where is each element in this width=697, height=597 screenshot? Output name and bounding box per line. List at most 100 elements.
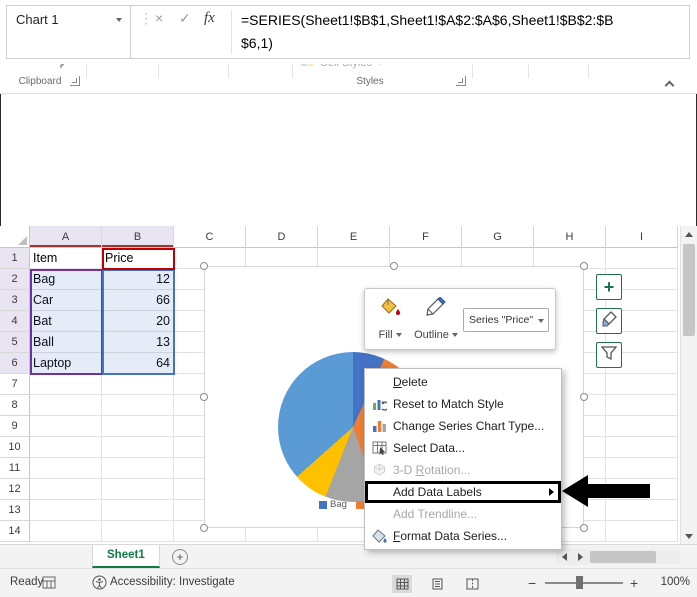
cell-b8[interactable] [102,395,174,416]
row-header-8[interactable]: 8 [0,395,30,416]
enter-check-icon[interactable]: ✓ [179,10,191,27]
scroll-down-icon[interactable] [681,528,697,544]
zoom-in-icon[interactable]: + [630,575,638,591]
column-header-b[interactable]: B [102,226,174,248]
page-break-view-icon[interactable] [462,575,482,593]
cell-b14[interactable] [102,521,174,542]
menu-item-select-data[interactable]: Select Data... [365,437,561,459]
insert-function-icon[interactable]: fx [204,10,215,27]
macro-record-icon[interactable] [42,576,56,592]
name-box[interactable]: Chart 1 [7,6,131,58]
series-selector-dropdown-icon[interactable] [538,319,544,323]
horizontal-scrollbar-thumb[interactable] [590,551,656,563]
column-header-e[interactable]: E [318,226,390,248]
cell-b13[interactable] [102,500,174,521]
cell-i7[interactable] [606,374,678,395]
cell-a8[interactable] [30,395,102,416]
cell-b2[interactable]: 12 [102,269,174,290]
chart-handle-n[interactable] [390,262,398,270]
cell-a14[interactable] [30,521,102,542]
column-header-i[interactable]: I [606,226,678,248]
column-header-g[interactable]: G [462,226,534,248]
styles-dialog-launcher[interactable] [456,76,466,86]
select-all-corner[interactable] [0,226,30,248]
outline-button[interactable]: Outline [411,295,461,343]
row-header-4[interactable]: 4 [0,311,30,332]
cell-a3[interactable]: Car [30,290,102,311]
new-sheet-button[interactable]: + [172,549,188,565]
menu-item-change-series-chart-type[interactable]: Change Series Chart Type... [365,415,561,437]
fill-button[interactable]: Fill [371,295,409,343]
normal-view-icon[interactable] [392,575,412,593]
zoom-slider[interactable] [545,582,623,584]
chart-handle-nw[interactable] [200,262,208,270]
cell-a7[interactable] [30,374,102,395]
cell-a2[interactable]: Bag [30,269,102,290]
row-header-10[interactable]: 10 [0,437,30,458]
cell-b11[interactable] [102,458,174,479]
series-selector[interactable]: Series "Price" [463,308,549,332]
cell-b5[interactable]: 13 [102,332,174,353]
row-header-3[interactable]: 3 [0,290,30,311]
cancel-icon[interactable]: × [155,10,163,26]
menu-item-add-data-labels[interactable]: Add Data Labels [365,481,561,503]
cell-a13[interactable] [30,500,102,521]
chart-elements-button[interactable]: + [596,274,622,300]
cell-a6[interactable]: Laptop [30,353,102,374]
scroll-up-icon[interactable] [681,226,697,242]
formula-input[interactable]: =SERIES(Sheet1!$B$1,Sheet1!$A$2:$A$6,She… [241,9,621,55]
chart-styles-button[interactable] [596,308,622,334]
cell-b9[interactable] [102,416,174,437]
cell-b10[interactable] [102,437,174,458]
column-header-d[interactable]: D [246,226,318,248]
menu-item-reset-to-match-style[interactable]: Reset to Match Style [365,393,561,415]
chart-handle-sw[interactable] [200,524,208,532]
scroll-left-icon[interactable] [556,549,572,565]
row-header-13[interactable]: 13 [0,500,30,521]
chart-handle-e[interactable] [580,393,588,401]
sheet-tab-sheet1[interactable]: Sheet1 [92,545,160,568]
cell-b3[interactable]: 66 [102,290,174,311]
cell-i8[interactable] [606,395,678,416]
row-header-7[interactable]: 7 [0,374,30,395]
cell-b6[interactable]: 64 [102,353,174,374]
column-header-c[interactable]: C [174,226,246,248]
cell-a1[interactable]: Item [30,248,102,269]
menu-item-format-data-series[interactable]: Format Data Series... [365,525,561,547]
collapse-ribbon-icon[interactable] [664,76,675,94]
cell-b12[interactable] [102,479,174,500]
cell-b4[interactable]: 20 [102,311,174,332]
vertical-scrollbar[interactable] [680,226,697,544]
cell-a5[interactable]: Ball [30,332,102,353]
column-header-f[interactable]: F [390,226,462,248]
cell-a11[interactable] [30,458,102,479]
cell-i1[interactable] [606,248,678,269]
column-header-a[interactable]: A [30,226,102,248]
row-header-2[interactable]: 2 [0,269,30,290]
cell-i10[interactable] [606,437,678,458]
scroll-right-icon[interactable] [572,549,588,565]
chart-filters-button[interactable] [596,342,622,368]
cell-a9[interactable] [30,416,102,437]
accessibility-icon[interactable] [92,575,107,593]
chart-handle-se[interactable] [580,524,588,532]
zoom-slider-thumb[interactable] [576,576,583,589]
chart-handle-w[interactable] [200,393,208,401]
cell-b7[interactable] [102,374,174,395]
row-header-6[interactable]: 6 [0,353,30,374]
cell-a10[interactable] [30,437,102,458]
zoom-level[interactable]: 100% [652,576,690,588]
menu-item-delete[interactable]: Delete [365,371,561,393]
row-header-11[interactable]: 11 [0,458,30,479]
column-header-h[interactable]: H [534,226,606,248]
row-header-5[interactable]: 5 [0,332,30,353]
page-layout-view-icon[interactable] [427,575,447,593]
cell-a12[interactable] [30,479,102,500]
vertical-scrollbar-thumb[interactable] [683,244,695,336]
cell-i14[interactable] [606,521,678,542]
clipboard-dialog-launcher[interactable] [70,76,80,86]
cell-a4[interactable]: Bat [30,311,102,332]
row-header-12[interactable]: 12 [0,479,30,500]
row-header-1[interactable]: 1 [0,248,30,269]
name-box-dropdown-icon[interactable] [116,18,122,22]
